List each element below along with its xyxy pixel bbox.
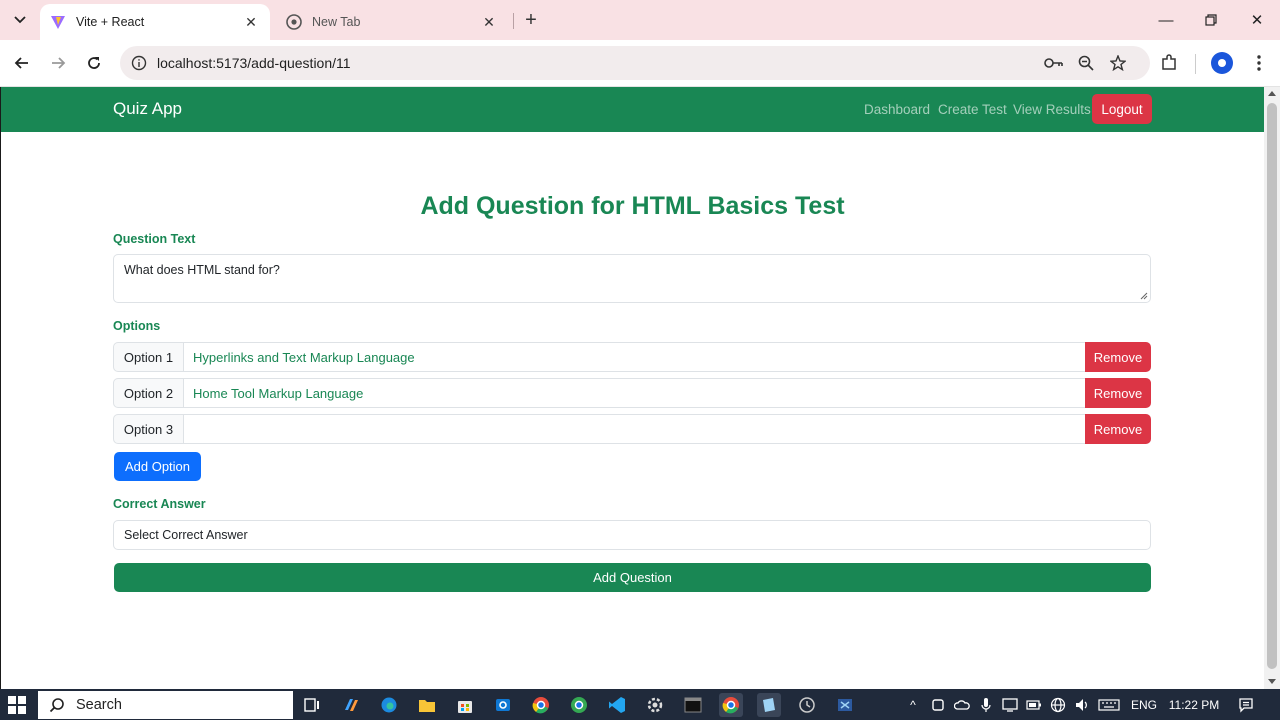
tab-search-button[interactable]: [8, 8, 32, 32]
question-text-label: Question Text: [113, 232, 196, 246]
chrome-icon: [286, 14, 302, 30]
settings-gear-icon[interactable]: [643, 693, 667, 717]
close-tab-icon[interactable]: ✕: [480, 13, 498, 31]
tab-separator: [513, 13, 514, 29]
tray-app-icon[interactable]: [930, 696, 946, 714]
edge-icon[interactable]: [377, 693, 401, 717]
correct-answer-label: Correct Answer: [113, 497, 206, 511]
scroll-up-icon[interactable]: [1268, 91, 1276, 96]
nav-link-create-test[interactable]: Create Test: [938, 102, 1007, 117]
option-row: Option 2 Home Tool Markup Language Remov…: [113, 378, 1151, 408]
notifications-icon[interactable]: [1236, 696, 1256, 714]
vite-logo-icon: [50, 14, 66, 30]
task-view-icon[interactable]: [300, 693, 324, 717]
chevron-down-icon: [14, 16, 26, 24]
url-text: localhost:5173/add-question/11: [157, 55, 351, 71]
page-title: Add Question for HTML Basics Test: [420, 192, 845, 220]
page-viewport: Quiz App Dashboard Create Test View Resu…: [0, 87, 1264, 689]
add-option-button[interactable]: Add Option: [114, 452, 201, 481]
battery-icon[interactable]: [1025, 696, 1043, 714]
site-info-icon[interactable]: [130, 54, 148, 72]
close-window-icon[interactable]: ✕: [1237, 6, 1277, 34]
avatar-dot: [1218, 59, 1226, 67]
reload-icon[interactable]: [81, 50, 107, 76]
option-label: Option 1: [113, 342, 184, 372]
remove-option-button[interactable]: Remove: [1085, 342, 1151, 372]
restore-icon[interactable]: [1191, 6, 1231, 34]
tab-vite-react[interactable]: Vite + React ✕: [40, 4, 270, 40]
remove-option-button[interactable]: Remove: [1085, 414, 1151, 444]
file-explorer-icon[interactable]: [415, 693, 439, 717]
menu-kebab-icon[interactable]: [1248, 52, 1270, 74]
search-icon: [49, 698, 64, 713]
correct-answer-selected: Select Correct Answer: [124, 528, 248, 542]
keyboard-icon[interactable]: [1097, 696, 1121, 714]
add-question-button[interactable]: Add Question: [114, 563, 1151, 592]
tab-title: New Tab: [312, 15, 361, 29]
input-language[interactable]: ENG: [1129, 696, 1159, 714]
taskbar-search[interactable]: Search: [38, 691, 293, 719]
nav-link-view-results[interactable]: View Results: [1013, 102, 1091, 117]
clock-app-icon[interactable]: [795, 693, 819, 717]
toolbar-separator: [1195, 54, 1196, 74]
outlook-icon[interactable]: [491, 693, 515, 717]
windows-taskbar: Search ^ ENG 11:22 PM: [0, 689, 1280, 720]
tab-new-tab[interactable]: New Tab ✕: [276, 4, 508, 40]
forward-icon[interactable]: [45, 50, 71, 76]
new-tab-button[interactable]: +: [520, 9, 542, 31]
onedrive-icon[interactable]: [953, 696, 971, 714]
snipping-tool-icon[interactable]: [833, 693, 857, 717]
notepad-icon[interactable]: [757, 693, 781, 717]
option-input[interactable]: [184, 414, 1085, 444]
extensions-icon[interactable]: [1158, 52, 1180, 74]
minimize-icon[interactable]: —: [1146, 6, 1186, 34]
address-bar[interactable]: localhost:5173/add-question/11: [120, 46, 1150, 80]
network-globe-icon[interactable]: [1049, 696, 1067, 714]
volume-icon[interactable]: [1073, 696, 1091, 714]
question-text-input[interactable]: What does HTML stand for?: [113, 254, 1151, 303]
system-clock[interactable]: 11:22 PM: [1166, 696, 1222, 714]
navbar-brand[interactable]: Quiz App: [113, 99, 182, 119]
microphone-icon[interactable]: [979, 696, 993, 714]
profile-avatar[interactable]: [1211, 52, 1233, 74]
logout-button[interactable]: Logout: [1092, 94, 1152, 124]
page-scrollbar[interactable]: [1264, 87, 1280, 689]
tab-title: Vite + React: [76, 15, 145, 29]
question-text-value: What does HTML stand for?: [124, 263, 280, 277]
chrome-profile-icon[interactable]: [567, 693, 591, 717]
remove-option-button[interactable]: Remove: [1085, 378, 1151, 408]
app-navbar: Quiz App Dashboard Create Test View Resu…: [1, 87, 1264, 132]
display-icon[interactable]: [1001, 696, 1019, 714]
taskbar-search-label: Search: [76, 697, 122, 713]
correct-answer-select[interactable]: Select Correct Answer: [113, 520, 1151, 550]
nav-link-dashboard[interactable]: Dashboard: [864, 102, 930, 117]
vscode-icon[interactable]: [605, 693, 629, 717]
browser-tabstrip: Vite + React ✕ New Tab ✕ + — ✕: [0, 0, 1280, 40]
windows-start-icon[interactable]: [8, 696, 26, 714]
scroll-thumb[interactable]: [1267, 103, 1277, 669]
option-row: Option 3 Remove: [113, 414, 1151, 444]
terminal-icon[interactable]: [681, 693, 705, 717]
chrome-icon[interactable]: [529, 693, 553, 717]
option-row: Option 1 Hyperlinks and Text Markup Lang…: [113, 342, 1151, 372]
scroll-down-icon[interactable]: [1268, 679, 1276, 684]
close-tab-icon[interactable]: ✕: [242, 13, 260, 31]
password-key-icon[interactable]: [1044, 53, 1064, 73]
copilot-icon[interactable]: [339, 693, 363, 717]
resize-grip-icon[interactable]: [1140, 292, 1148, 300]
tray-overflow-chevron-icon[interactable]: ^: [905, 696, 921, 714]
option-label: Option 2: [113, 378, 184, 408]
option-input[interactable]: Hyperlinks and Text Markup Language: [184, 342, 1085, 372]
chrome-active-icon[interactable]: [719, 693, 743, 717]
options-label: Options: [113, 319, 161, 333]
option-input[interactable]: Home Tool Markup Language: [184, 378, 1085, 408]
bookmark-star-icon[interactable]: [1108, 53, 1128, 73]
browser-toolbar: localhost:5173/add-question/11: [0, 40, 1280, 87]
zoom-icon[interactable]: [1076, 53, 1096, 73]
option-label: Option 3: [113, 414, 184, 444]
store-icon[interactable]: [453, 693, 477, 717]
back-icon[interactable]: [9, 50, 35, 76]
